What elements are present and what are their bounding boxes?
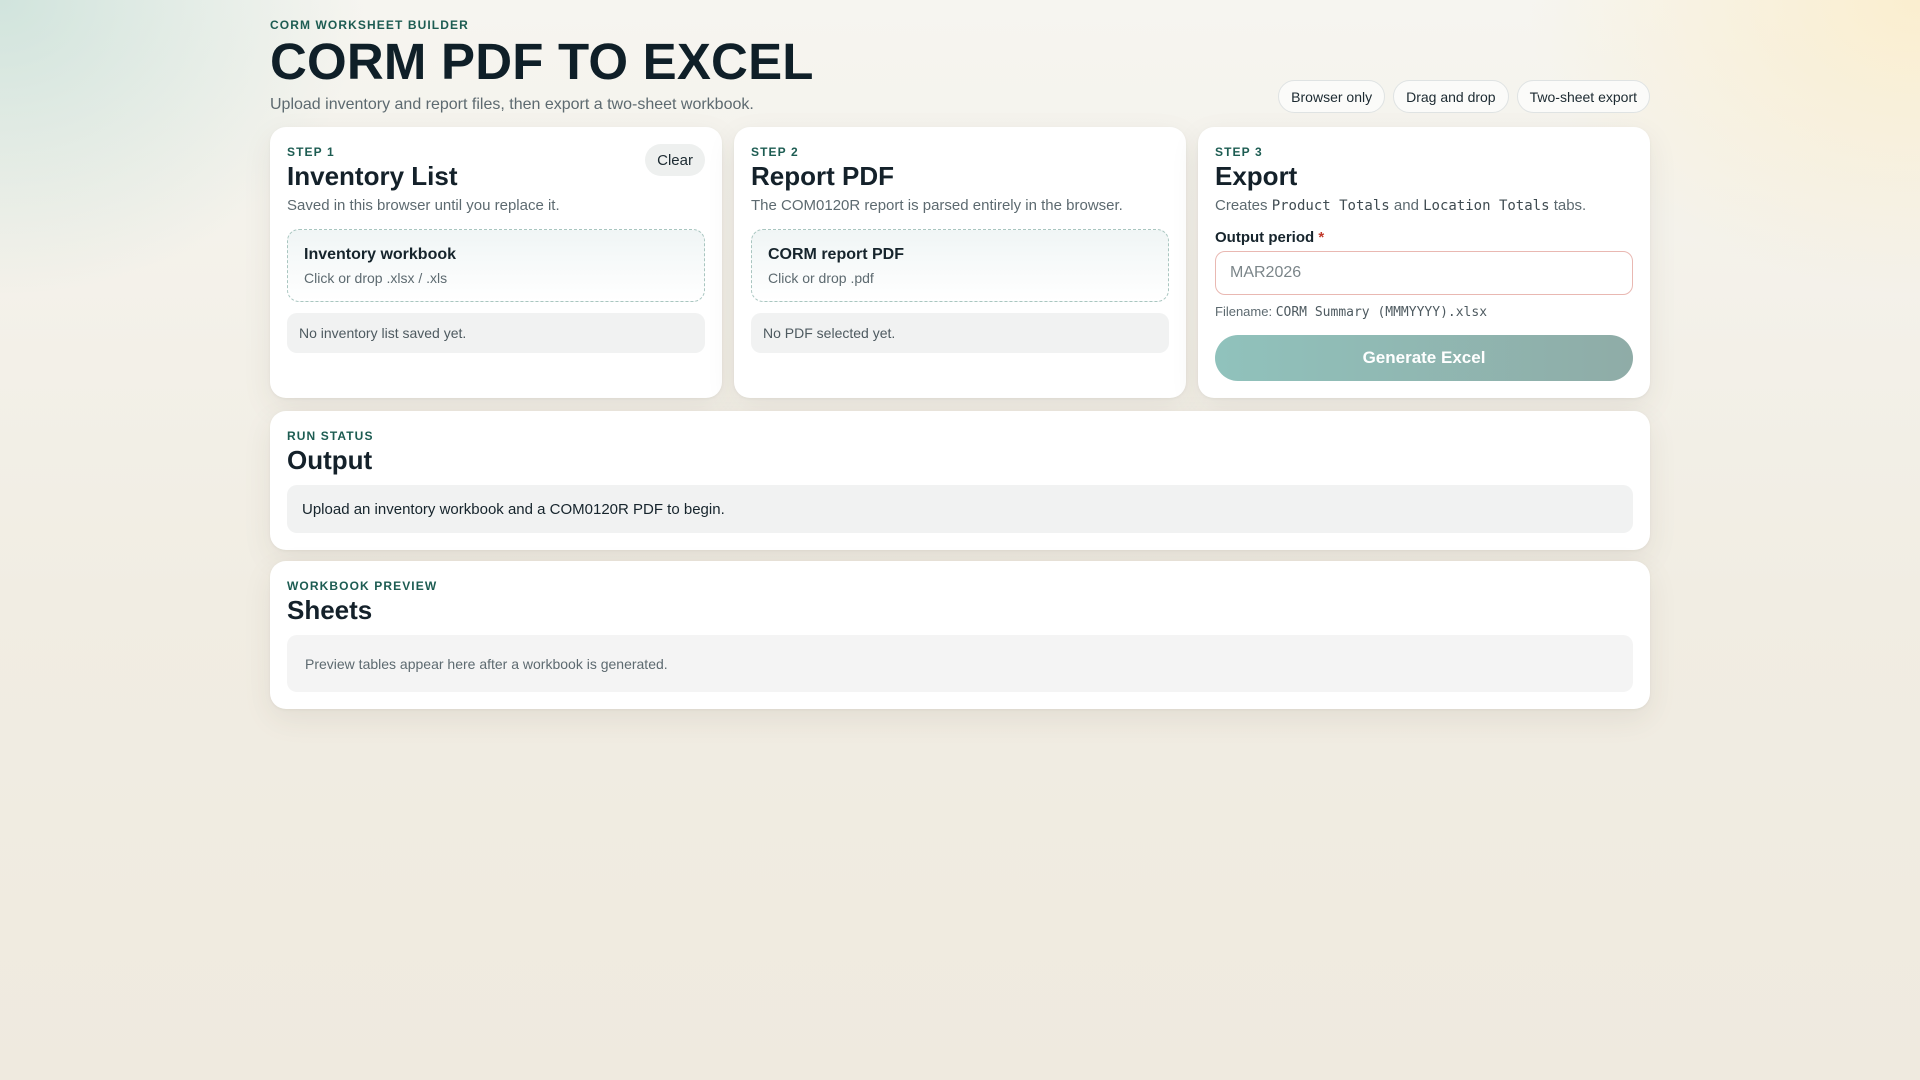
page-title: CORM PDF TO EXCEL xyxy=(270,33,814,90)
desc-suffix: tabs. xyxy=(1553,197,1587,214)
pdf-status: No PDF selected yet. xyxy=(751,313,1169,353)
pill-browser-only: Browser only xyxy=(1278,80,1386,113)
step3-description: Creates Product Totals and Location Tota… xyxy=(1215,197,1586,214)
app-eyebrow: CORM WORKSHEET BUILDER xyxy=(270,18,469,32)
output-message: Upload an inventory workbook and a COM01… xyxy=(287,485,1633,533)
sheets-title: Sheets xyxy=(287,595,373,625)
page-header: CORM WORKSHEET BUILDER CORM PDF TO EXCEL… xyxy=(270,0,1650,127)
page-subtitle: Upload inventory and report files, then … xyxy=(270,96,754,113)
step2-description: The COM0120R report is parsed entirely i… xyxy=(751,197,1123,214)
inventory-status: No inventory list saved yet. xyxy=(287,313,705,353)
filename-prefix: Filename: xyxy=(1215,304,1273,319)
run-status-eyebrow: RUN STATUS xyxy=(287,429,374,443)
desc-and: and xyxy=(1393,197,1419,214)
step1-description: Saved in this browser until you replace … xyxy=(287,197,560,214)
pdf-dropzone[interactable]: CORM report PDF Click or drop .pdf xyxy=(751,229,1169,302)
workbook-preview-card: WORKBOOK PREVIEW Sheets Preview tables a… xyxy=(270,561,1650,709)
feature-pills: Browser only Drag and drop Two-sheet exp… xyxy=(1278,80,1650,113)
pill-drag-and-drop: Drag and drop xyxy=(1393,80,1509,113)
generate-excel-button[interactable]: Generate Excel xyxy=(1215,335,1633,381)
step1-title: Inventory List xyxy=(287,161,458,191)
step2-card: STEP 2 Report PDF The COM0120R report is… xyxy=(734,127,1186,398)
filename-hint: Filename: CORM Summary (MMMYYYY).xlsx xyxy=(1215,304,1487,320)
output-title: Output xyxy=(287,445,373,475)
clear-button[interactable]: Clear xyxy=(645,144,705,176)
step3-card: STEP 3 Export Creates Product Totals and… xyxy=(1198,127,1650,398)
preview-placeholder: Preview tables appear here after a workb… xyxy=(287,635,1633,692)
step3-title: Export xyxy=(1215,161,1298,191)
step1-eyebrow: STEP 1 xyxy=(287,145,335,159)
app-container: CORM WORKSHEET BUILDER CORM PDF TO EXCEL… xyxy=(270,0,1650,709)
inventory-dropzone[interactable]: Inventory workbook Click or drop .xlsx /… xyxy=(287,229,705,302)
desc-prefix: Creates xyxy=(1215,197,1268,214)
output-period-label: Output period * xyxy=(1215,229,1324,246)
tab-name-product-totals: Product Totals xyxy=(1271,198,1390,214)
pdf-dropzone-title: CORM report PDF xyxy=(768,246,904,263)
tab-name-location-totals: Location Totals xyxy=(1423,198,1550,214)
filename-value: CORM Summary (MMMYYYY).xlsx xyxy=(1275,305,1488,320)
step2-title: Report PDF xyxy=(751,161,894,191)
inventory-dropzone-hint: Click or drop .xlsx / .xls xyxy=(304,270,448,286)
preview-eyebrow: WORKBOOK PREVIEW xyxy=(287,579,438,593)
step3-eyebrow: STEP 3 xyxy=(1215,145,1263,159)
step2-eyebrow: STEP 2 xyxy=(751,145,799,159)
output-period-label-text: Output period xyxy=(1215,229,1315,246)
inventory-dropzone-title: Inventory workbook xyxy=(304,246,457,263)
required-marker: * xyxy=(1318,229,1325,246)
pdf-dropzone-hint: Click or drop .pdf xyxy=(768,270,874,286)
run-status-card: RUN STATUS Output Upload an inventory wo… xyxy=(270,411,1650,550)
step1-card: STEP 1 Inventory List Clear Saved in thi… xyxy=(270,127,722,398)
pill-two-sheet-export: Two-sheet export xyxy=(1516,80,1650,113)
output-period-input[interactable] xyxy=(1215,251,1633,295)
